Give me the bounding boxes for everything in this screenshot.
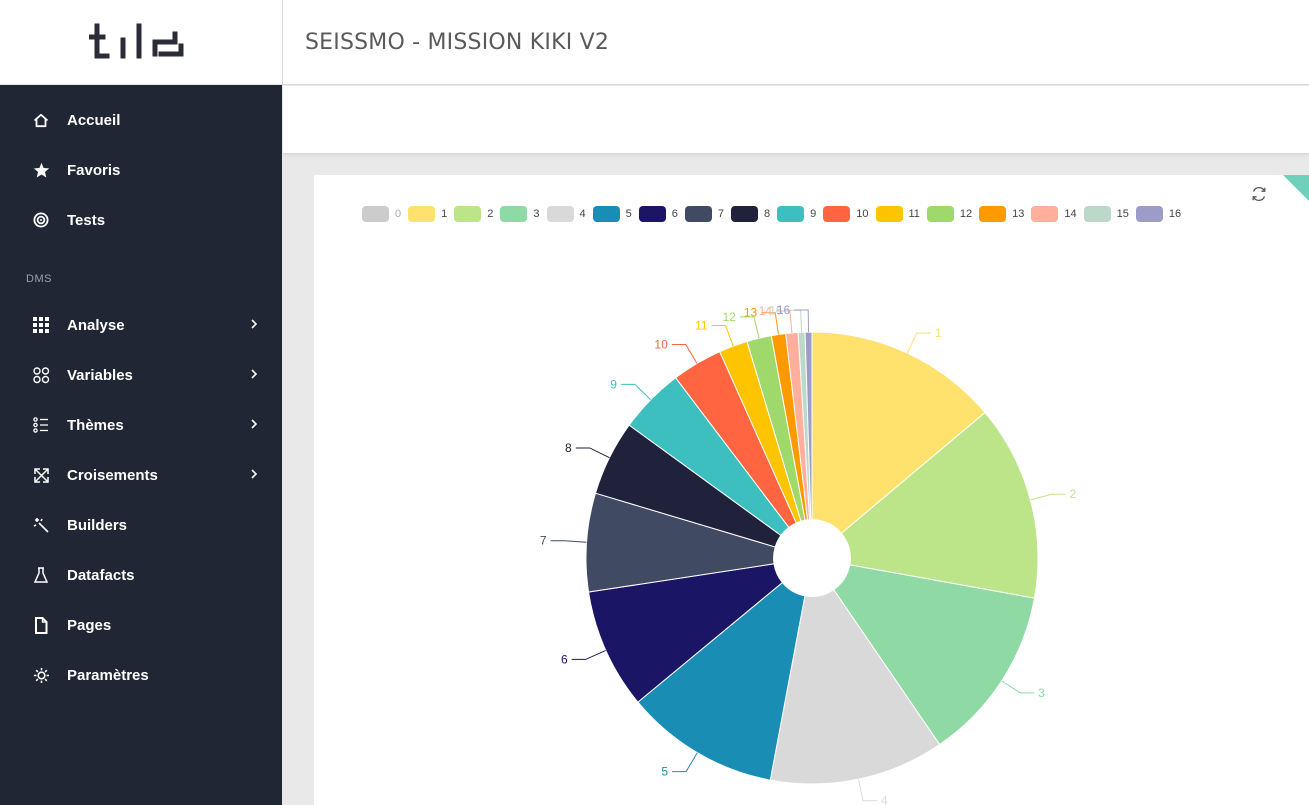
sidebar-item-tests[interactable]: Tests — [0, 200, 282, 240]
pie-label-6: 6 — [561, 652, 568, 666]
sidebar-item-label: Tests — [67, 211, 106, 229]
pie-leader-line-11 — [711, 325, 734, 347]
pie-leader-line-5 — [672, 752, 698, 773]
home-icon — [30, 113, 52, 128]
app-logo[interactable] — [0, 0, 282, 85]
sidebar-item-label: Paramètres — [67, 666, 149, 684]
sidebar-item-label: Datafacts — [67, 566, 135, 584]
chevron-right-icon — [250, 317, 258, 335]
target-icon — [30, 212, 52, 228]
sidebar-item-analyse[interactable]: Analyse — [0, 305, 282, 345]
pie-leader-line-3 — [1001, 680, 1035, 694]
sidebar-item-label: Thèmes — [67, 416, 124, 434]
gear-icon — [30, 667, 52, 684]
sidebar: Accueil Favoris Tests DMS Analyse Variab… — [0, 85, 282, 805]
pie-leader-line-7 — [550, 540, 587, 543]
pie-chart: 123456789101112 13 141516 — [540, 303, 1077, 805]
pie-label-9: 9 — [610, 377, 617, 391]
pie-label-11: 11 — [695, 319, 708, 333]
sidebar-item-label: Variables — [67, 366, 133, 384]
chevron-right-icon — [250, 367, 258, 385]
flask-icon — [30, 566, 52, 584]
pie-label-2: 2 — [1070, 487, 1077, 501]
top-header: SEISSMO - MISSION KIKI V2 — [282, 0, 1309, 85]
pie-label-12: 12 — [723, 310, 737, 324]
page-icon — [30, 616, 52, 634]
sidebar-item-favoris[interactable]: Favoris — [0, 150, 282, 190]
pie-leader-line-1 — [906, 332, 931, 354]
pie-leader-line-6 — [571, 649, 606, 660]
section-label-dms: DMS — [26, 273, 52, 285]
pie-leader-line-8 — [575, 447, 610, 459]
pie-label-3: 3 — [1038, 686, 1045, 700]
pie-leader-line-10 — [671, 344, 698, 364]
chevron-right-icon — [250, 417, 258, 435]
chevron-right-icon — [250, 467, 258, 485]
pie-leader-line-2 — [1030, 493, 1066, 501]
sidebar-item-label: Favoris — [67, 161, 121, 179]
variables-icon — [30, 366, 52, 384]
pie-label-16: 16 — [777, 303, 791, 317]
sidebar-item-label: Accueil — [67, 111, 121, 129]
pie-label-1: 1 — [935, 326, 942, 340]
list-icon — [30, 417, 52, 433]
tile-logo — [89, 23, 184, 59]
sidebar-item-accueil[interactable]: Accueil — [0, 100, 282, 140]
sidebar-item-datafacts[interactable]: Datafacts — [0, 555, 282, 595]
pie-leader-line-9 — [620, 383, 652, 401]
page-title: SEISSMO - MISSION KIKI V2 — [305, 29, 610, 55]
sidebar-item-label: Builders — [67, 516, 128, 534]
sidebar-item-croisements[interactable]: Croisements — [0, 455, 282, 495]
chart-card: 0 1 2 3 4 5 6 7 8 9 10 11 12 13 14 15 16 1 2 3 4 5 6 7 8 9 10 11 12… — [314, 175, 1309, 805]
pie-label-10: 10 — [654, 338, 668, 352]
sidebar-item-builders[interactable]: Builders — [0, 505, 282, 545]
sidebar-item-themes[interactable]: Thèmes — [0, 405, 282, 445]
cross-arrows-icon — [30, 467, 52, 484]
sidebar-item-label: Analyse — [67, 316, 125, 334]
sidebar-item-parametres[interactable]: Paramètres — [0, 655, 282, 695]
wand-icon — [30, 517, 52, 534]
star-icon — [30, 162, 52, 178]
pie-label-5: 5 — [661, 765, 668, 779]
pie-label-13: 13 — [744, 306, 758, 320]
content-toolbar — [283, 86, 1309, 154]
sidebar-item-variables[interactable]: Variables — [0, 355, 282, 395]
pie-leader-line-12 — [739, 316, 760, 339]
sidebar-item-label: Pages — [67, 616, 112, 634]
pie-label-8: 8 — [565, 441, 572, 455]
sidebar-item-label: Croisements — [67, 466, 158, 484]
pie-label-7: 7 — [540, 534, 547, 548]
pie-label-4: 4 — [881, 794, 888, 805]
sidebar-item-pages[interactable]: Pages — [0, 605, 282, 645]
grid-icon — [30, 317, 52, 333]
pie-center-hole — [773, 519, 851, 597]
pie-leader-line-4 — [858, 779, 878, 802]
